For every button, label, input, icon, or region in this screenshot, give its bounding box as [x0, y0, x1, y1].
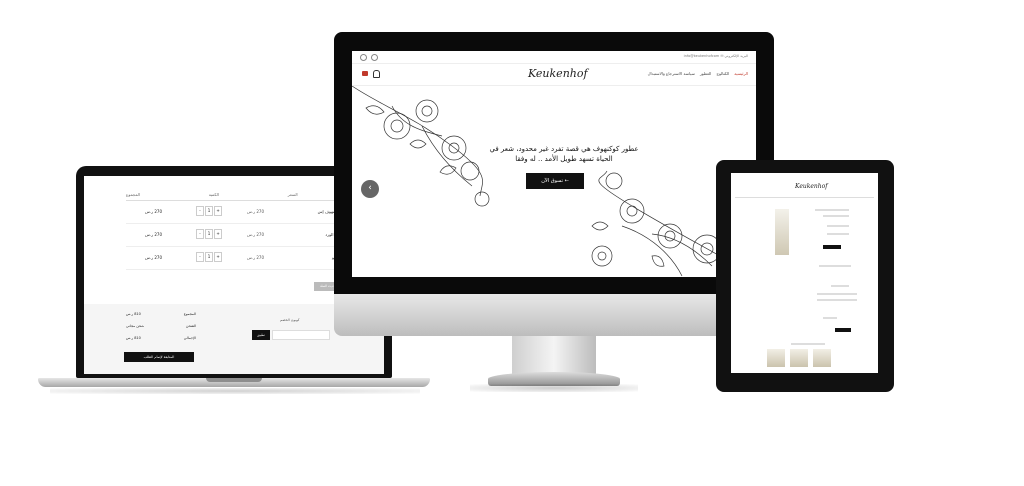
monitor-stand-neck [512, 336, 596, 374]
product-price: 270 ر.س [247, 209, 264, 214]
nav-item-catalog[interactable]: الكتالوج [716, 71, 729, 76]
main-nav: الرئيسية الكتالوج العطور سياسة الاسترجاع… [648, 71, 748, 76]
row-total: 270 ر.س [145, 209, 162, 214]
product-price: 270 ر.س [247, 255, 264, 260]
monitor-shadow [470, 384, 638, 392]
user-icon[interactable] [373, 70, 380, 78]
tablet-text-line [823, 215, 849, 217]
totals-line: الإجمالي 810 ر.س [126, 336, 196, 348]
nav-bar: Keukenhof الرئيسية الكتالوج العطور سياسة… [352, 63, 756, 86]
nav-item-home[interactable]: الرئيسية [734, 71, 748, 76]
apply-coupon-button[interactable]: تطبيق [252, 330, 270, 340]
quantity-stepper[interactable]: + 1 - [195, 229, 222, 239]
related-product-thumbnail[interactable] [767, 349, 785, 367]
totals-line: المجموع 810 ر.س [126, 312, 196, 324]
social-links [360, 54, 378, 61]
quantity-value[interactable]: 1 [205, 206, 213, 216]
decrement-button[interactable]: - [196, 206, 204, 216]
twitter-icon[interactable] [371, 54, 378, 61]
tablet-text-line [791, 343, 825, 345]
tablet-text-line [827, 225, 849, 227]
coupon-input[interactable] [272, 330, 330, 340]
hero-tagline: عطور كوكنهوف هي قصة تفرد غير محدود، شعر … [489, 145, 639, 163]
quantity-value[interactable]: 1 [205, 229, 213, 239]
totals-label: الإجمالي [183, 336, 196, 340]
header-price: السعر [287, 192, 298, 197]
coupon-label: كوبون الخصم [280, 318, 300, 322]
totals-line: الشحن شحن مجاني [126, 324, 196, 336]
increment-button[interactable]: + [214, 229, 222, 239]
quantity-stepper[interactable]: + 1 - [195, 252, 222, 262]
tablet-submit-button[interactable] [835, 328, 851, 332]
nav-item-returns[interactable]: سياسة الاسترجاع والاستبدال [648, 71, 695, 76]
hero-slider: عطور كوكنهوف هي قصة تفرد غير محدود، شعر … [352, 86, 756, 277]
tablet-text-line [817, 293, 857, 295]
shop-now-button[interactable]: تسوق الآن ← [526, 173, 584, 189]
totals-value: 810 ر.س [126, 336, 141, 340]
tablet-text-line [823, 317, 837, 319]
tablet-related-products [767, 349, 831, 367]
totals-value: شحن مجاني [126, 324, 145, 328]
monitor-chin [334, 294, 774, 336]
tablet-text-line [817, 299, 857, 301]
slider-prev-icon[interactable]: ‹ [361, 180, 379, 198]
shopping-bag-icon[interactable] [362, 71, 368, 76]
row-total: 270 ر.س [145, 232, 162, 237]
header-quantity: الكمية [208, 192, 219, 197]
tablet-logo[interactable]: Keukenhof [795, 183, 827, 190]
quantity-value[interactable]: 1 [205, 252, 213, 262]
nav-icons [362, 70, 380, 78]
logo[interactable]: Keukenhof [528, 67, 588, 80]
tablet-text-line [815, 209, 849, 211]
tablet-screen: Keukenhof [731, 173, 878, 373]
header-total: المجموع [126, 192, 140, 197]
tablet-text-line [819, 265, 851, 267]
related-product-thumbnail[interactable] [813, 349, 831, 367]
laptop-notch [206, 378, 262, 382]
row-total: 270 ر.س [145, 255, 162, 260]
quantity-stepper[interactable]: + 1 - [195, 206, 222, 216]
decrement-button[interactable]: - [196, 229, 204, 239]
checkout-button[interactable]: المتابعة لإتمام الطلب [124, 352, 194, 362]
instagram-icon[interactable] [360, 54, 367, 61]
tablet-text-line [831, 285, 849, 287]
product-price: 270 ر.س [247, 232, 264, 237]
totals-value: 810 ر.س [126, 312, 141, 316]
totals-label: المجموع [183, 312, 196, 316]
related-product-thumbnail[interactable] [790, 349, 808, 367]
laptop-shadow [50, 388, 420, 394]
increment-button[interactable]: + [214, 252, 222, 262]
contact-email[interactable]: info@keukenhofcom ✉ البريد الإلكتروني [684, 54, 748, 58]
tablet-product-image[interactable] [775, 209, 789, 255]
tablet-text-line [827, 233, 849, 235]
cart-totals: المجموع 810 ر.س الشحن شحن مجاني الإجمالي… [126, 312, 196, 348]
nav-item-perfumes[interactable]: العطور [700, 71, 712, 76]
tablet-divider [735, 197, 874, 198]
decrement-button[interactable]: - [196, 252, 204, 262]
tablet-add-to-cart-button[interactable] [823, 245, 841, 249]
totals-label: الشحن [185, 324, 196, 328]
monitor-screen: info@keukenhofcom ✉ البريد الإلكتروني Ke… [352, 51, 756, 277]
increment-button[interactable]: + [214, 206, 222, 216]
